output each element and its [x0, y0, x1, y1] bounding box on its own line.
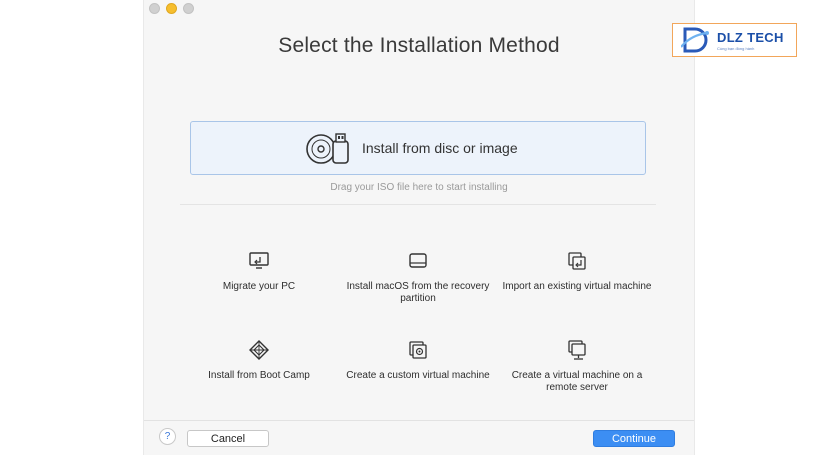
- custom-vm-icon: [409, 341, 427, 359]
- option-label: Install macOS from the recovery partitio…: [346, 281, 490, 304]
- page-title: Select the Installation Method: [278, 34, 560, 57]
- disc-option-label: Install from disc or image: [362, 140, 518, 156]
- bootcamp-diamond-icon: [249, 340, 269, 360]
- install-from-disc-option[interactable]: Install from disc or image: [190, 121, 646, 175]
- right-margin: [695, 0, 840, 455]
- monitor-arrow-icon: [249, 252, 269, 269]
- option-label: Import an existing virtual machine: [502, 281, 652, 292]
- left-margin: [0, 0, 143, 455]
- dlz-tech-watermark-logo: DLZ TECH Cùng bạn đồng hành: [672, 23, 797, 57]
- option-label: Install from Boot Camp: [208, 370, 310, 381]
- window-controls: [149, 3, 194, 14]
- disc-usb-icon: [306, 133, 349, 164]
- watermark-tagline: Cùng bạn đồng hành: [717, 46, 755, 51]
- watermark-text: DLZ TECH: [717, 30, 784, 45]
- option-create-custom-vm[interactable]: Create a custom virtual machine: [343, 339, 493, 382]
- drag-iso-hint: Drag your ISO file here to start install…: [330, 182, 508, 193]
- installer-window: Select the Installation Method Install f…: [143, 0, 695, 455]
- option-label: Migrate your PC: [222, 281, 296, 292]
- import-vm-icon: [568, 252, 586, 270]
- option-migrate-pc[interactable]: Migrate your PC: [184, 250, 334, 293]
- option-install-boot-camp[interactable]: Install from Boot Camp: [184, 339, 334, 382]
- help-button[interactable]: ?: [159, 428, 176, 445]
- option-label: Create a virtual machine on a remote ser…: [511, 370, 643, 393]
- minimize-window-button[interactable]: [166, 3, 177, 14]
- option-import-existing-vm[interactable]: Import an existing virtual machine: [502, 250, 652, 293]
- drive-icon: [409, 253, 427, 268]
- divider: [180, 204, 656, 205]
- maximize-window-button[interactable]: [183, 3, 194, 14]
- remote-server-icon: [568, 340, 586, 360]
- option-label: Create a custom virtual machine: [346, 370, 490, 381]
- option-install-macos-recovery[interactable]: Install macOS from the recovery partitio…: [343, 250, 493, 305]
- footer-divider: [144, 420, 694, 421]
- dlz-logo-mark-icon: [681, 27, 709, 53]
- cancel-button[interactable]: Cancel: [187, 430, 269, 447]
- close-window-button[interactable]: [149, 3, 160, 14]
- option-create-vm-remote-server[interactable]: Create a virtual machine on a remote ser…: [502, 339, 652, 394]
- continue-button[interactable]: Continue: [593, 430, 675, 447]
